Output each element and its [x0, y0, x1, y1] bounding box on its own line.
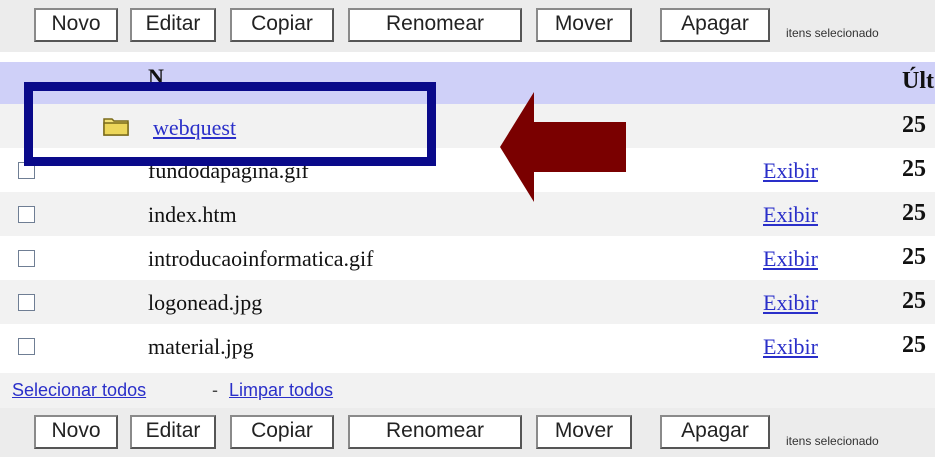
left-arrow-icon: [500, 92, 626, 202]
copy-button-bottom[interactable]: Copiar: [230, 415, 334, 449]
file-checkbox[interactable]: [18, 294, 35, 311]
file-checkbox[interactable]: [18, 206, 35, 223]
folder-date: 25: [902, 112, 926, 138]
copy-button[interactable]: Copiar: [230, 8, 334, 42]
last-modified-column-header[interactable]: Últ: [902, 68, 934, 95]
move-button-bottom[interactable]: Mover: [536, 415, 632, 449]
file-name: material.jpg: [148, 334, 254, 359]
delete-button[interactable]: Apagar: [660, 8, 770, 42]
selection-bar: Selecionar todos - Limpar todos: [0, 373, 935, 408]
new-button[interactable]: Novo: [34, 8, 118, 42]
top-toolbar: Novo Editar Copiar Renomear Mover Apagar…: [0, 0, 935, 52]
move-button[interactable]: Mover: [536, 8, 632, 42]
new-button-bottom[interactable]: Novo: [34, 415, 118, 449]
file-name: logonead.jpg: [148, 290, 263, 315]
selection-separator: -: [212, 380, 218, 400]
file-date: 25: [902, 332, 926, 358]
clear-all-link[interactable]: Limpar todos: [229, 380, 333, 401]
edit-button[interactable]: Editar: [130, 8, 216, 42]
file-checkbox[interactable]: [18, 338, 35, 355]
file-name: introducaoinformatica.gif: [148, 246, 374, 271]
file-date: 25: [902, 288, 926, 314]
view-link[interactable]: Exibir: [763, 202, 818, 228]
file-checkbox[interactable]: [18, 250, 35, 267]
view-link[interactable]: Exibir: [763, 158, 818, 184]
bottom-toolbar: Novo Editar Copiar Renomear Mover Apagar…: [0, 408, 935, 457]
highlight-box: [24, 82, 436, 166]
delete-button-bottom[interactable]: Apagar: [660, 415, 770, 449]
file-row: material.jpg Exibir 25: [0, 324, 935, 368]
file-row: index.htm Exibir 25: [0, 192, 935, 236]
selected-items-label-bottom: itens selecionado: [786, 434, 879, 448]
edit-button-bottom[interactable]: Editar: [130, 415, 216, 449]
file-row: introducaoinformatica.gif Exibir 25: [0, 236, 935, 280]
selected-items-label: itens selecionado: [786, 26, 879, 40]
file-date: 25: [902, 200, 926, 226]
view-link[interactable]: Exibir: [763, 246, 818, 272]
rename-button-bottom[interactable]: Renomear: [348, 415, 522, 449]
view-link[interactable]: Exibir: [763, 334, 818, 360]
select-all-link[interactable]: Selecionar todos: [12, 380, 146, 401]
file-date: 25: [902, 156, 926, 182]
file-row: logonead.jpg Exibir 25: [0, 280, 935, 324]
file-name: index.htm: [148, 202, 237, 227]
view-link[interactable]: Exibir: [763, 290, 818, 316]
file-date: 25: [902, 244, 926, 270]
rename-button[interactable]: Renomear: [348, 8, 522, 42]
